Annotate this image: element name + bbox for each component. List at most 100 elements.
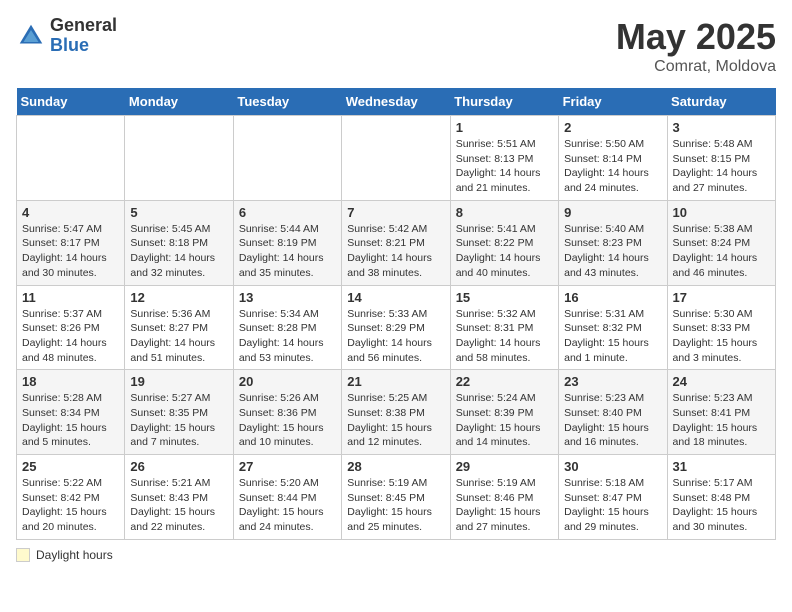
header-cell-monday: Monday xyxy=(125,88,233,116)
day-info: Sunrise: 5:48 AMSunset: 8:15 PMDaylight:… xyxy=(673,137,770,196)
day-number: 18 xyxy=(22,374,119,389)
day-info: Sunrise: 5:20 AMSunset: 8:44 PMDaylight:… xyxy=(239,476,336,535)
day-info: Sunrise: 5:50 AMSunset: 8:14 PMDaylight:… xyxy=(564,137,661,196)
calendar-cell: 15Sunrise: 5:32 AMSunset: 8:31 PMDayligh… xyxy=(450,285,558,370)
title-block: May 2025 Comrat, Moldova xyxy=(616,16,776,76)
day-info: Sunrise: 5:40 AMSunset: 8:23 PMDaylight:… xyxy=(564,222,661,281)
calendar-cell: 2 Sunrise: 5:50 AMSunset: 8:14 PMDaylight… xyxy=(559,116,667,201)
month-title: May 2025 xyxy=(616,16,776,58)
calendar-cell: 17 Sunrise: 5:30 AMSunset: 8:33 PMDayligh… xyxy=(667,285,775,370)
day-number: 13 xyxy=(239,290,336,305)
day-number: 16 xyxy=(564,290,661,305)
day-number: 23 xyxy=(564,374,661,389)
day-number: 1 xyxy=(456,120,553,135)
day-number: 25 xyxy=(22,459,119,474)
day-number: 29 xyxy=(456,459,553,474)
calendar-cell: 11 Sunrise: 5:37 AMSunset: 8:26 PMDayligh… xyxy=(17,285,125,370)
week-row-2: 4 Sunrise: 5:47 AMSunset: 8:17 PMDaylight… xyxy=(17,200,776,285)
day-info: Sunrise: 5:17 AMSunset: 8:48 PMDaylight:… xyxy=(673,476,770,535)
day-info: Sunrise: 5:24 AMSunset: 8:39 PMDaylight:… xyxy=(456,391,553,450)
day-info: Sunrise: 5:44 AMSunset: 8:19 PMDaylight:… xyxy=(239,222,336,281)
calendar-table: SundayMondayTuesdayWednesdayThursdayFrid… xyxy=(16,88,776,540)
day-info: Sunrise: 5:19 AMSunset: 8:46 PMDaylight:… xyxy=(456,476,553,535)
calendar-cell: 7Sunrise: 5:42 AMSunset: 8:21 PMDaylight… xyxy=(342,200,450,285)
day-number: 4 xyxy=(22,205,119,220)
page-header: General Blue May 2025 Comrat, Moldova xyxy=(16,16,776,76)
week-row-3: 11 Sunrise: 5:37 AMSunset: 8:26 PMDayligh… xyxy=(17,285,776,370)
day-info: Sunrise: 5:23 AMSunset: 8:40 PMDaylight:… xyxy=(564,391,661,450)
calendar-cell: 28Sunrise: 5:19 AMSunset: 8:45 PMDayligh… xyxy=(342,455,450,540)
day-number: 14 xyxy=(347,290,444,305)
calendar-cell: 29 Sunrise: 5:19 AMSunset: 8:46 PMDayligh… xyxy=(450,455,558,540)
logo-text: General Blue xyxy=(50,16,117,56)
day-number: 22 xyxy=(456,374,553,389)
day-number: 17 xyxy=(673,290,770,305)
calendar-cell: 30Sunrise: 5:18 AMSunset: 8:47 PMDayligh… xyxy=(559,455,667,540)
header-cell-thursday: Thursday xyxy=(450,88,558,116)
day-number: 11 xyxy=(22,290,119,305)
day-number: 27 xyxy=(239,459,336,474)
day-info: Sunrise: 5:27 AMSunset: 8:35 PMDaylight:… xyxy=(130,391,227,450)
day-number: 8 xyxy=(456,205,553,220)
calendar-cell xyxy=(233,116,341,201)
calendar-cell: 13 Sunrise: 5:34 AMSunset: 8:28 PMDayligh… xyxy=(233,285,341,370)
day-info: Sunrise: 5:21 AMSunset: 8:43 PMDaylight:… xyxy=(130,476,227,535)
day-number: 20 xyxy=(239,374,336,389)
calendar-cell: 21 Sunrise: 5:25 AMSunset: 8:38 PMDayligh… xyxy=(342,370,450,455)
logo-icon xyxy=(16,21,46,51)
calendar-cell: 26 Sunrise: 5:21 AMSunset: 8:43 PMDayligh… xyxy=(125,455,233,540)
day-info: Sunrise: 5:25 AMSunset: 8:38 PMDaylight:… xyxy=(347,391,444,450)
calendar-cell: 22 Sunrise: 5:24 AMSunset: 8:39 PMDayligh… xyxy=(450,370,558,455)
logo: General Blue xyxy=(16,16,117,56)
day-info: Sunrise: 5:34 AMSunset: 8:28 PMDaylight:… xyxy=(239,307,336,366)
calendar-cell: 20 Sunrise: 5:26 AMSunset: 8:36 PMDayligh… xyxy=(233,370,341,455)
calendar-cell xyxy=(342,116,450,201)
calendar-cell xyxy=(17,116,125,201)
day-info: Sunrise: 5:36 AMSunset: 8:27 PMDaylight:… xyxy=(130,307,227,366)
location: Comrat, Moldova xyxy=(616,58,776,76)
day-info: Sunrise: 5:37 AMSunset: 8:26 PMDaylight:… xyxy=(22,307,119,366)
day-info: Sunrise: 5:47 AMSunset: 8:17 PMDaylight:… xyxy=(22,222,119,281)
week-row-4: 18 Sunrise: 5:28 AMSunset: 8:34 PMDayligh… xyxy=(17,370,776,455)
day-number: 26 xyxy=(130,459,227,474)
day-info: Sunrise: 5:41 AMSunset: 8:22 PMDaylight:… xyxy=(456,222,553,281)
day-number: 31 xyxy=(673,459,770,474)
day-info: Sunrise: 5:26 AMSunset: 8:36 PMDaylight:… xyxy=(239,391,336,450)
day-number: 7 xyxy=(347,205,444,220)
day-info: Sunrise: 5:31 AMSunset: 8:32 PMDaylight:… xyxy=(564,307,661,366)
day-number: 24 xyxy=(673,374,770,389)
day-number: 5 xyxy=(130,205,227,220)
day-number: 9 xyxy=(564,205,661,220)
footer-note: Daylight hours xyxy=(16,548,776,562)
calendar-cell: 10Sunrise: 5:38 AMSunset: 8:24 PMDayligh… xyxy=(667,200,775,285)
day-number: 15 xyxy=(456,290,553,305)
daylight-label: Daylight hours xyxy=(36,548,113,562)
logo-general: General xyxy=(50,16,117,36)
week-row-1: 1 Sunrise: 5:51 AMSunset: 8:13 PMDaylight… xyxy=(17,116,776,201)
day-info: Sunrise: 5:30 AMSunset: 8:33 PMDaylight:… xyxy=(673,307,770,366)
day-info: Sunrise: 5:18 AMSunset: 8:47 PMDaylight:… xyxy=(564,476,661,535)
header-cell-wednesday: Wednesday xyxy=(342,88,450,116)
header-cell-tuesday: Tuesday xyxy=(233,88,341,116)
header-cell-friday: Friday xyxy=(559,88,667,116)
day-number: 28 xyxy=(347,459,444,474)
calendar-cell: 16 Sunrise: 5:31 AMSunset: 8:32 PMDayligh… xyxy=(559,285,667,370)
calendar-cell: 3Sunrise: 5:48 AMSunset: 8:15 PMDaylight… xyxy=(667,116,775,201)
day-info: Sunrise: 5:23 AMSunset: 8:41 PMDaylight:… xyxy=(673,391,770,450)
daylight-box-icon xyxy=(16,548,30,562)
day-number: 21 xyxy=(347,374,444,389)
calendar-cell xyxy=(125,116,233,201)
calendar-cell: 19Sunrise: 5:27 AMSunset: 8:35 PMDayligh… xyxy=(125,370,233,455)
calendar-cell: 23 Sunrise: 5:23 AMSunset: 8:40 PMDayligh… xyxy=(559,370,667,455)
day-info: Sunrise: 5:28 AMSunset: 8:34 PMDaylight:… xyxy=(22,391,119,450)
day-info: Sunrise: 5:51 AMSunset: 8:13 PMDaylight:… xyxy=(456,137,553,196)
calendar-cell: 14Sunrise: 5:33 AMSunset: 8:29 PMDayligh… xyxy=(342,285,450,370)
calendar-cell: 6Sunrise: 5:44 AMSunset: 8:19 PMDaylight… xyxy=(233,200,341,285)
day-number: 2 xyxy=(564,120,661,135)
calendar-cell: 4 Sunrise: 5:47 AMSunset: 8:17 PMDaylight… xyxy=(17,200,125,285)
calendar-cell: 25Sunrise: 5:22 AMSunset: 8:42 PMDayligh… xyxy=(17,455,125,540)
week-row-5: 25Sunrise: 5:22 AMSunset: 8:42 PMDayligh… xyxy=(17,455,776,540)
calendar-cell: 31 Sunrise: 5:17 AMSunset: 8:48 PMDayligh… xyxy=(667,455,775,540)
calendar-cell: 27 Sunrise: 5:20 AMSunset: 8:44 PMDayligh… xyxy=(233,455,341,540)
header-cell-saturday: Saturday xyxy=(667,88,775,116)
